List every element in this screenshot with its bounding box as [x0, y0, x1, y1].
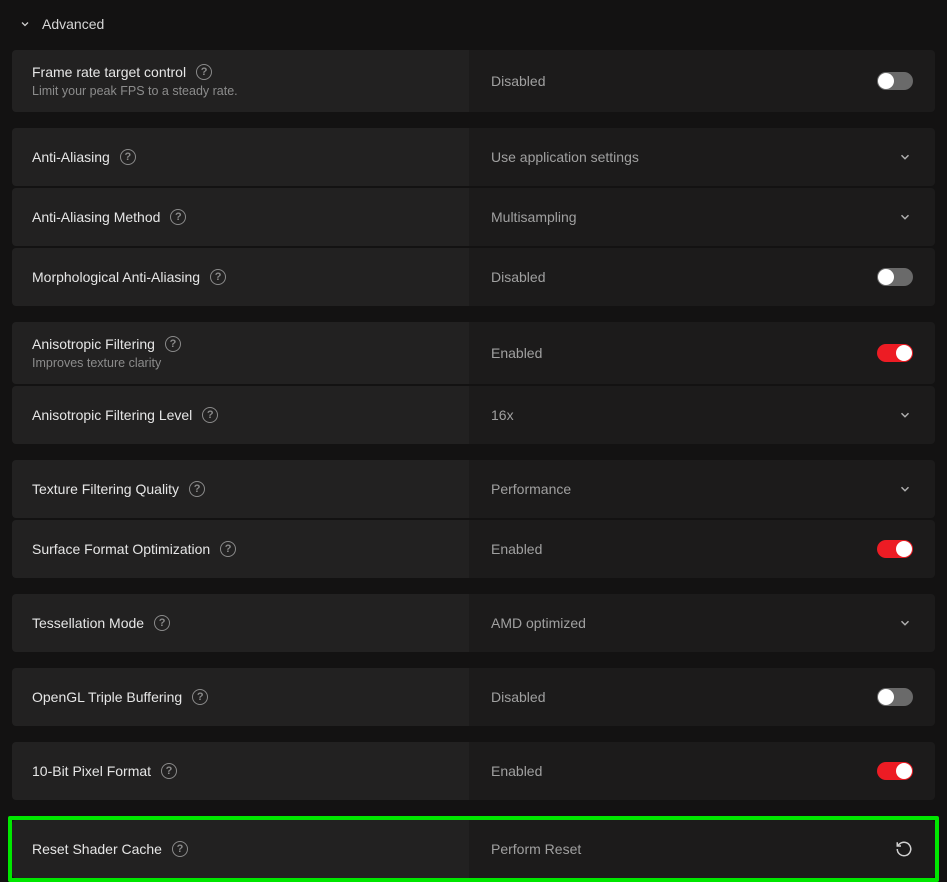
setting-label: OpenGL Triple Buffering [32, 689, 182, 705]
toggle-anisotropic-filtering[interactable] [877, 344, 913, 362]
setting-label: Reset Shader Cache [32, 841, 162, 857]
row-opengl-triple-buffering: OpenGL Triple Buffering ? Disabled [12, 668, 935, 726]
reset-icon [895, 840, 913, 858]
setting-value: AMD optimized [491, 615, 586, 631]
setting-sublabel: Improves texture clarity [32, 356, 449, 370]
setting-value: Enabled [491, 345, 542, 361]
row-reset-shader-cache: Reset Shader Cache ? Perform Reset [12, 820, 935, 878]
chevron-down-icon [897, 209, 913, 225]
toggle-morphological-aa[interactable] [877, 268, 913, 286]
help-icon[interactable]: ? [202, 407, 218, 423]
setting-value: Perform Reset [491, 841, 581, 857]
setting-value: Enabled [491, 541, 542, 557]
button-perform-reset[interactable]: Perform Reset [469, 820, 935, 878]
help-icon[interactable]: ? [192, 689, 208, 705]
toggle-frame-rate-target[interactable] [877, 72, 913, 90]
setting-label: Anisotropic Filtering [32, 336, 155, 352]
row-surface-format-optimization: Surface Format Optimization ? Enabled [12, 520, 935, 578]
help-icon[interactable]: ? [170, 209, 186, 225]
setting-value: Enabled [491, 763, 542, 779]
row-anisotropic-filtering-level: Anisotropic Filtering Level ? 16x [12, 386, 935, 444]
toggle-surface-format-optimization[interactable] [877, 540, 913, 558]
row-anti-aliasing: Anti-Aliasing ? Use application settings [12, 128, 935, 186]
setting-value: Performance [491, 481, 571, 497]
setting-label: Anti-Aliasing Method [32, 209, 160, 225]
row-tessellation-mode: Tessellation Mode ? AMD optimized [12, 594, 935, 652]
dropdown-anti-aliasing[interactable]: Use application settings [469, 128, 935, 186]
dropdown-anti-aliasing-method[interactable]: Multisampling [469, 188, 935, 246]
setting-value: 16x [491, 407, 514, 423]
row-frame-rate-target-control: Frame rate target control ? Limit your p… [12, 50, 935, 112]
setting-value: Disabled [491, 269, 545, 285]
toggle-10-bit-pixel-format[interactable] [877, 762, 913, 780]
dropdown-tessellation-mode[interactable]: AMD optimized [469, 594, 935, 652]
chevron-down-icon [897, 407, 913, 423]
setting-value: Disabled [491, 689, 545, 705]
row-texture-filtering-quality: Texture Filtering Quality ? Performance [12, 460, 935, 518]
help-icon[interactable]: ? [154, 615, 170, 631]
section-title: Advanced [42, 16, 104, 32]
setting-value: Multisampling [491, 209, 577, 225]
setting-label: Surface Format Optimization [32, 541, 210, 557]
highlight-box: Reset Shader Cache ? Perform Reset [8, 816, 939, 882]
dropdown-texture-filtering-quality[interactable]: Performance [469, 460, 935, 518]
help-icon[interactable]: ? [189, 481, 205, 497]
chevron-down-icon [897, 615, 913, 631]
row-anisotropic-filtering: Anisotropic Filtering ? Improves texture… [12, 322, 935, 384]
help-icon[interactable]: ? [220, 541, 236, 557]
setting-label: Tessellation Mode [32, 615, 144, 631]
help-icon[interactable]: ? [120, 149, 136, 165]
row-morphological-anti-aliasing: Morphological Anti-Aliasing ? Disabled [12, 248, 935, 306]
chevron-down-icon [897, 149, 913, 165]
help-icon[interactable]: ? [161, 763, 177, 779]
setting-label: Morphological Anti-Aliasing [32, 269, 200, 285]
setting-value: Disabled [491, 73, 545, 89]
help-icon[interactable]: ? [196, 64, 212, 80]
setting-label: Anti-Aliasing [32, 149, 110, 165]
section-header-advanced[interactable]: Advanced [12, 8, 935, 50]
dropdown-anisotropic-level[interactable]: 16x [469, 386, 935, 444]
row-10-bit-pixel-format: 10-Bit Pixel Format ? Enabled [12, 742, 935, 800]
setting-label: Anisotropic Filtering Level [32, 407, 192, 423]
setting-value: Use application settings [491, 149, 639, 165]
setting-label: Texture Filtering Quality [32, 481, 179, 497]
toggle-opengl-triple-buffering[interactable] [877, 688, 913, 706]
chevron-down-icon [18, 17, 32, 31]
setting-sublabel: Limit your peak FPS to a steady rate. [32, 84, 449, 98]
help-icon[interactable]: ? [165, 336, 181, 352]
help-icon[interactable]: ? [172, 841, 188, 857]
help-icon[interactable]: ? [210, 269, 226, 285]
setting-label: 10-Bit Pixel Format [32, 763, 151, 779]
chevron-down-icon [897, 481, 913, 497]
row-anti-aliasing-method: Anti-Aliasing Method ? Multisampling [12, 188, 935, 246]
setting-label: Frame rate target control [32, 64, 186, 80]
